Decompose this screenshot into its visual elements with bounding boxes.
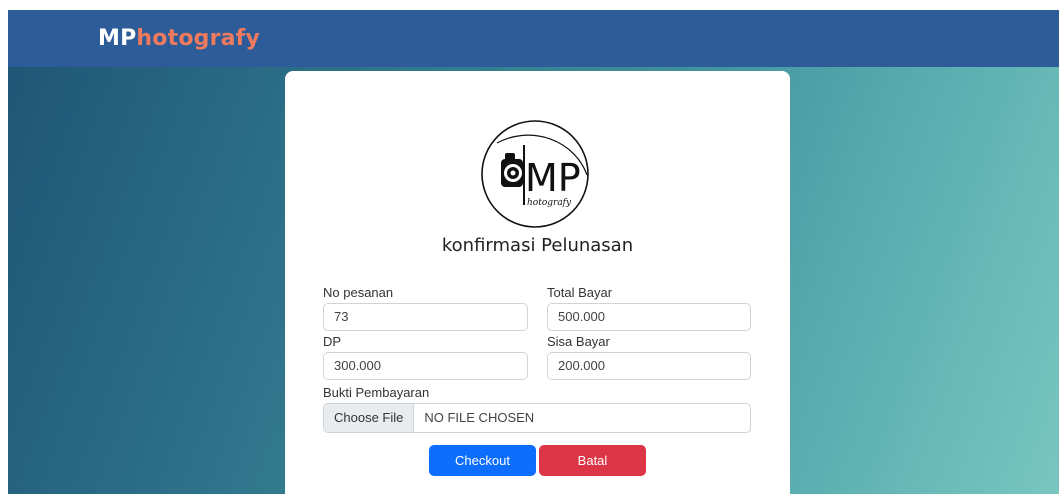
brand-text-mp: MP — [98, 26, 137, 51]
dp-label: DP — [323, 334, 342, 349]
camera-logo-icon: MP hotografy — [475, 115, 601, 233]
total-bayar-label: Total Bayar — [547, 285, 613, 300]
page-title: konfirmasi Pelunasan — [441, 235, 634, 256]
page-background: MPhotografy MP hotografy konfirmasi Pelu… — [8, 10, 1059, 494]
batal-button[interactable]: Batal — [539, 445, 646, 476]
dp-input[interactable]: 300.000 — [323, 352, 528, 380]
payment-card: MP hotografy konfirmasi Pelunasan No pes… — [285, 71, 790, 494]
choose-file-button[interactable]: Choose File — [324, 404, 415, 432]
checkout-button[interactable]: Checkout — [429, 445, 536, 476]
navbar: MPhotografy — [8, 10, 1059, 67]
no-file-text: NO FILE CHOSEN — [424, 410, 535, 425]
sisa-bayar-input[interactable]: 200.000 — [547, 352, 751, 380]
brand-text-hotografy: hotografy — [136, 26, 260, 51]
no-pesanan-input[interactable]: 73 — [323, 303, 528, 331]
brand-logo[interactable]: MPhotografy — [98, 26, 260, 51]
no-pesanan-label: No pesanan — [323, 285, 394, 300]
file-upload-field[interactable]: Choose File NO FILE CHOSEN — [323, 403, 751, 433]
logo-text-mp: MP — [525, 156, 581, 200]
bukti-pembayaran-label: Bukti Pembayaran — [323, 385, 430, 400]
sisa-bayar-label: Sisa Bayar — [547, 334, 610, 349]
total-bayar-input[interactable]: 500.000 — [547, 303, 751, 331]
logo-text-script: hotografy — [527, 198, 572, 208]
